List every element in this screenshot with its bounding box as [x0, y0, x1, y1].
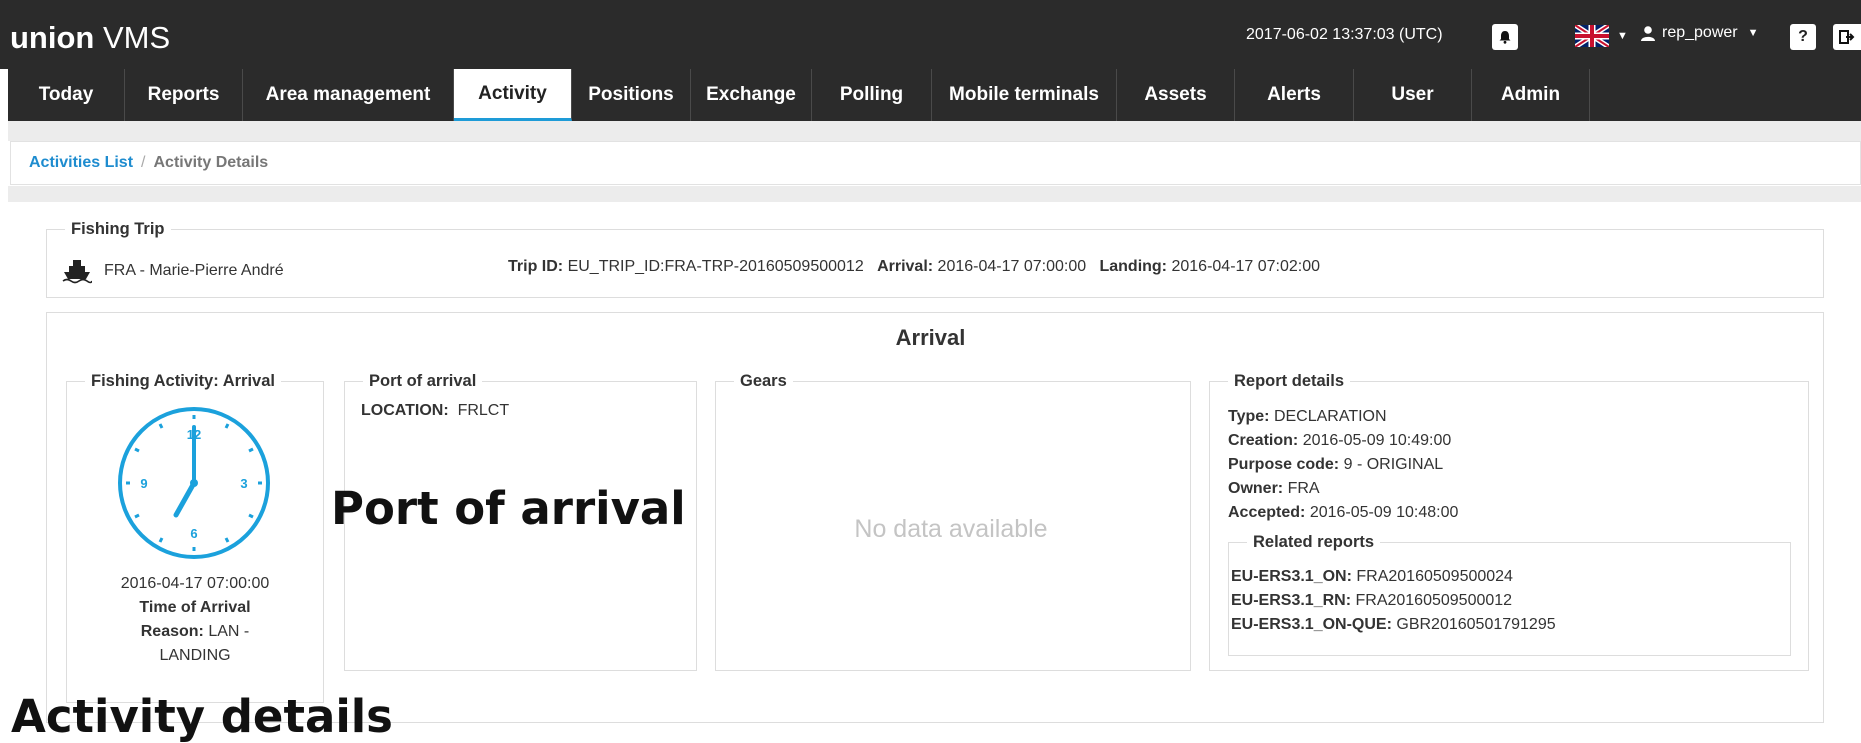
related-reports-legend: Related reports: [1253, 533, 1375, 551]
nav-mobile-terminals[interactable]: Mobile terminals: [932, 69, 1117, 121]
overlay-port-label: Port of arrival: [331, 482, 686, 535]
related-reports-list: EU-ERS3.1_ON: FRA20160509500024 EU-ERS3.…: [1231, 565, 1556, 637]
report-owner: Owner: FRA: [1228, 480, 1320, 497]
port-location: LOCATION: FRLCT: [361, 402, 510, 419]
activity-reason: Reason: LAN -: [140, 623, 250, 640]
breadcrumb-divider: /: [141, 154, 146, 171]
report-type: Type: DECLARATION: [1228, 408, 1387, 425]
trip-info: Trip ID: EU_TRIP_ID:FRA-TRP-201605095000…: [508, 258, 1320, 276]
user-caret-icon: ▼: [1747, 27, 1759, 39]
clock-icon: 12 3 6 9: [118, 407, 270, 559]
breadcrumb-activities-list[interactable]: Activities List: [29, 154, 133, 172]
trip-id-value: EU_TRIP_ID:FRA-TRP-20160509500012: [567, 258, 864, 275]
notifications-button[interactable]: [1492, 24, 1518, 50]
activity-reason-cont: LANDING: [159, 647, 231, 664]
nav-assets[interactable]: Assets: [1117, 69, 1235, 121]
user-menu[interactable]: rep_power ▼: [1640, 24, 1759, 42]
related-report-item[interactable]: EU-ERS3.1_ON: FRA20160509500024: [1231, 565, 1556, 589]
logout-button[interactable]: [1833, 24, 1861, 50]
nav-exchange[interactable]: Exchange: [691, 69, 812, 121]
vessel-info: FRA - Marie-Pierre André: [62, 258, 284, 284]
top-bar: union VMS 2017-06-02 13:37:03 (UTC) ▼ re…: [0, 0, 1861, 69]
port-legend: Port of arrival: [369, 372, 477, 390]
fishing-trip-legend: Fishing Trip: [71, 220, 165, 238]
nav-activity[interactable]: Activity: [454, 69, 572, 121]
nav-admin[interactable]: Admin: [1472, 69, 1590, 121]
arrival-label: Arrival:: [877, 258, 934, 275]
header-datetime: 2017-06-02 13:37:03 (UTC): [1246, 26, 1443, 43]
nav-area-management[interactable]: Area management: [243, 69, 454, 121]
separator: [8, 121, 1861, 141]
user-icon: [1641, 26, 1655, 41]
ship-icon: [62, 260, 92, 284]
activity-details: 2016-04-17 07:00:00 Time of Arrival Reas…: [66, 572, 324, 668]
clock-number-3: 3: [240, 476, 247, 491]
related-report-item[interactable]: EU-ERS3.1_ON-QUE: GBR20160501791295: [1231, 613, 1556, 637]
gears-legend: Gears: [740, 372, 787, 390]
nav-reports[interactable]: Reports: [125, 69, 243, 121]
bell-icon: [1499, 31, 1511, 44]
arrival-title: Arrival: [895, 325, 966, 350]
nav-positions[interactable]: Positions: [572, 69, 691, 121]
activity-time-label: Time of Arrival: [139, 599, 251, 616]
landing-label: Landing:: [1099, 258, 1168, 275]
trip-id-label: Trip ID:: [508, 258, 564, 275]
main-nav: Today Reports Area management Activity P…: [8, 69, 1861, 121]
nav-polling[interactable]: Polling: [812, 69, 932, 121]
gears-no-data: No data available: [854, 515, 1048, 543]
report-details: Type: DECLARATION Creation: 2016-05-09 1…: [1228, 405, 1458, 525]
help-button[interactable]: ?: [1790, 24, 1816, 50]
related-report-item[interactable]: EU-ERS3.1_RN: FRA20160509500012: [1231, 589, 1556, 613]
report-purpose: Purpose code: 9 - ORIGINAL: [1228, 456, 1444, 473]
uk-flag-icon[interactable]: [1575, 25, 1609, 47]
arrival-value: 2016-04-17 07:00:00: [937, 258, 1087, 275]
clock-number-6: 6: [190, 526, 197, 541]
nav-user[interactable]: User: [1354, 69, 1472, 121]
vessel-name: FRA - Marie-Pierre André: [104, 262, 284, 279]
report-accepted: Accepted: 2016-05-09 10:48:00: [1228, 504, 1459, 521]
breadcrumb-current: Activity Details: [153, 154, 269, 171]
overlay-activity-label: Activity details: [11, 690, 393, 743]
clock-number-9: 9: [140, 476, 147, 491]
username: rep_power: [1662, 24, 1738, 41]
fishing-activity-legend: Fishing Activity: Arrival: [91, 372, 275, 390]
app-logo[interactable]: union VMS: [10, 20, 170, 56]
report-creation: Creation: 2016-05-09 10:49:00: [1228, 432, 1452, 449]
nav-today[interactable]: Today: [8, 69, 125, 121]
logout-icon: [1839, 30, 1855, 44]
separator: [8, 186, 1861, 202]
language-caret-icon[interactable]: ▼: [1617, 30, 1628, 42]
report-legend: Report details: [1234, 372, 1345, 390]
nav-alerts[interactable]: Alerts: [1235, 69, 1354, 121]
breadcrumb: Activities List / Activity Details: [10, 141, 1861, 185]
landing-value: 2016-04-17 07:02:00: [1171, 258, 1321, 275]
activity-datetime: 2016-04-17 07:00:00: [120, 575, 270, 592]
